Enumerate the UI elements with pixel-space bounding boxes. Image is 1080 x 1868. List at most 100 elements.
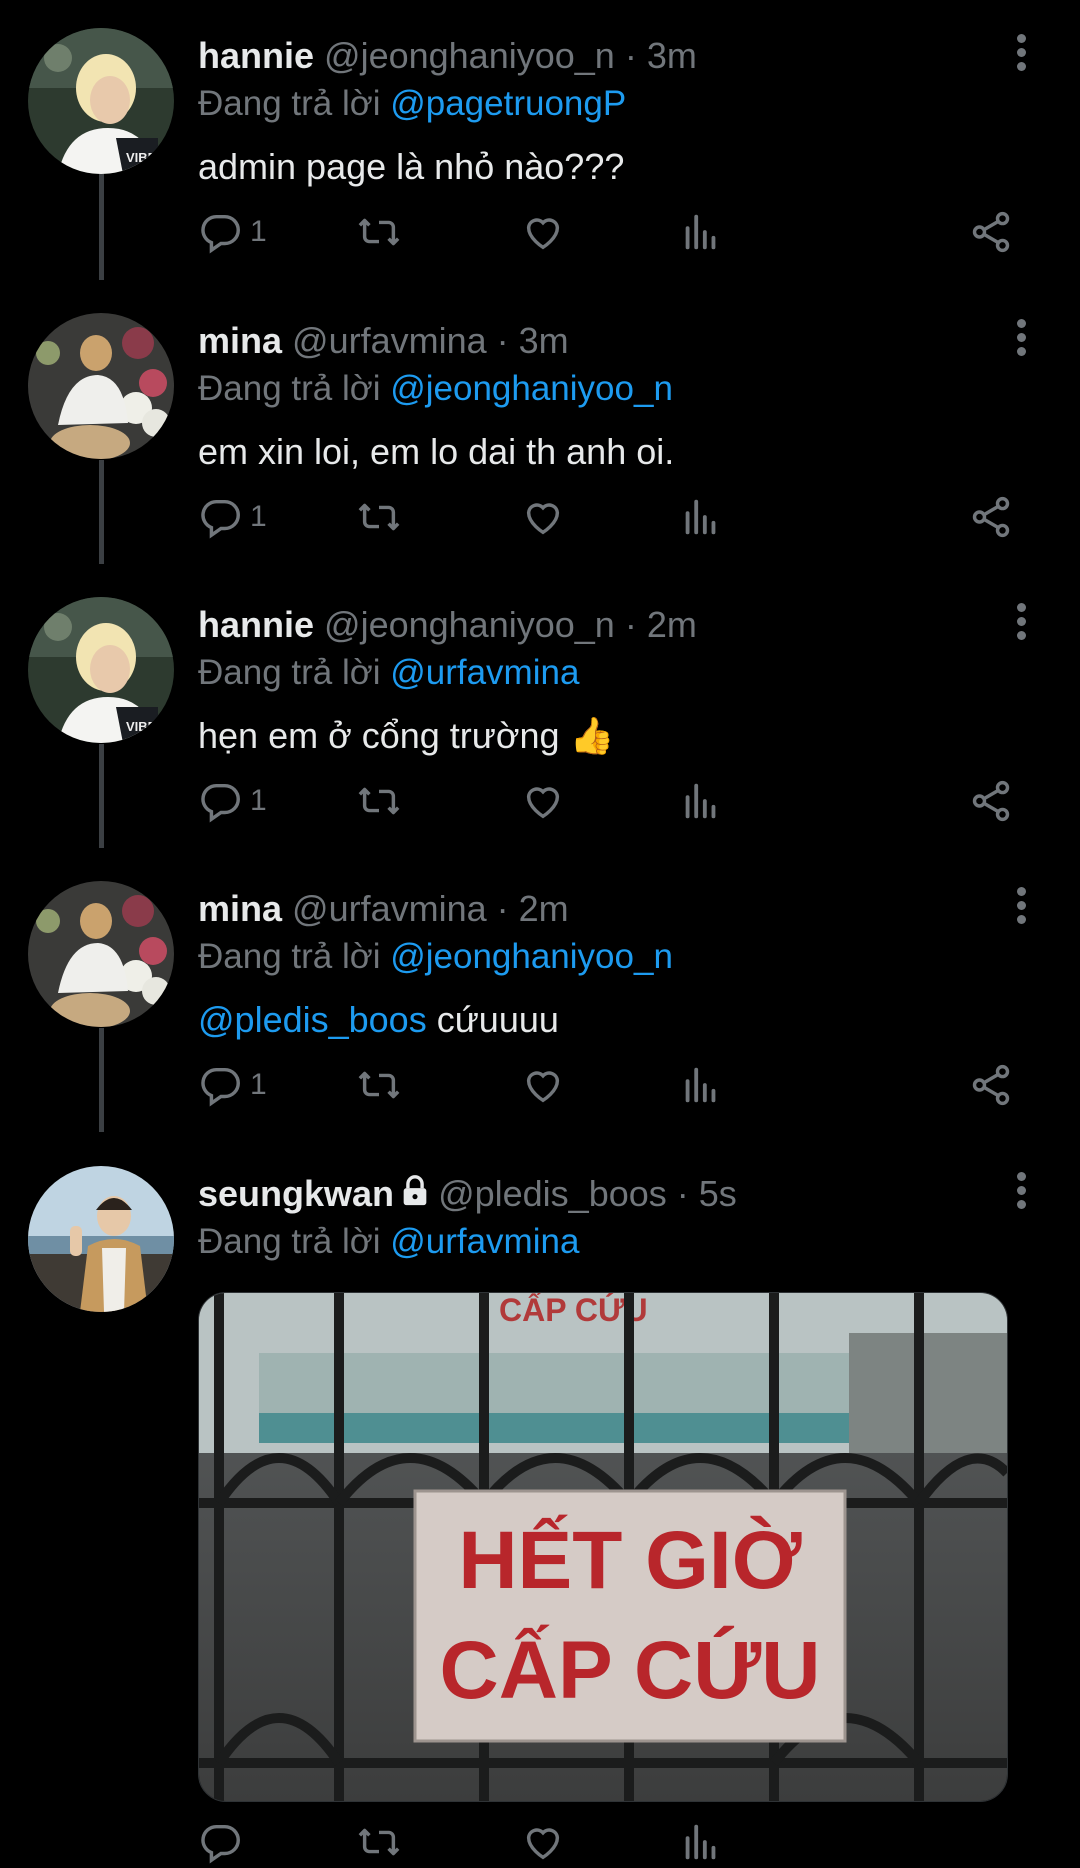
more-options-icon[interactable]	[1016, 34, 1028, 74]
reply-button[interactable]: 1	[198, 775, 267, 827]
share-icon	[972, 780, 1010, 822]
replying-to-mention[interactable]: @jeonghaniyoo_n	[390, 937, 673, 976]
share-button[interactable]	[968, 1059, 1014, 1111]
tweet-header: hannie @jeonghaniyoo_n · 2m	[198, 603, 1000, 647]
reply-button[interactable]: 1	[198, 206, 267, 258]
svg-text:VIBE: VIBE	[126, 150, 157, 165]
like-icon	[526, 218, 560, 250]
views-button[interactable]	[678, 206, 724, 258]
user-handle[interactable]: @urfavmina	[292, 888, 487, 929]
tweet-header: mina @urfavmina · 2m	[198, 887, 1000, 931]
reply-count: 1	[250, 215, 267, 248]
avatar-image	[28, 313, 174, 459]
reply-button[interactable]: 1	[198, 1059, 267, 1111]
text-mention[interactable]: @pledis_boos	[198, 999, 427, 1040]
share-icon	[972, 496, 1010, 538]
tweet-text: @pledis_boos cứuuuu	[198, 997, 559, 1043]
tweet[interactable]: mina @urfavmina · 3m Đang trả lời @jeong…	[0, 313, 1080, 553]
reply-icon	[201, 214, 240, 254]
timestamp[interactable]: · 2m	[497, 888, 569, 929]
like-button[interactable]	[520, 1059, 566, 1111]
retweet-icon	[358, 1071, 400, 1099]
tweet-text: admin page là nhỏ nào???	[198, 146, 625, 187]
like-button[interactable]	[520, 775, 566, 827]
timestamp[interactable]: · 3m	[497, 320, 569, 361]
timestamp[interactable]: · 3m	[625, 35, 697, 76]
tweet-actions	[198, 1816, 1018, 1868]
display-name[interactable]: hannie	[198, 604, 314, 645]
tweet[interactable]: VIBE hannie @jeonghaniyoo_n · 3m Đang tr…	[0, 28, 1080, 268]
avatar-image	[28, 1166, 174, 1312]
display-name[interactable]: hannie	[198, 35, 314, 76]
replying-to-mention[interactable]: @pagetruongP	[390, 84, 626, 123]
replying-to-label: Đang trả lời	[198, 653, 381, 692]
tweet-actions: 1	[198, 1059, 1018, 1111]
avatar-image: VIBE	[28, 28, 174, 174]
tweet[interactable]: mina @urfavmina · 2m Đang trả lời @jeong…	[0, 881, 1080, 1121]
like-button[interactable]	[520, 206, 566, 258]
views-icon	[685, 783, 716, 819]
replying-to-label: Đang trả lời	[198, 84, 381, 123]
svg-text:VIBE: VIBE	[126, 719, 157, 734]
media-sign-line1: HẾT GIỜ	[458, 1515, 801, 1606]
replying-to: Đang trả lời @urfavmina	[198, 1220, 579, 1264]
timestamp[interactable]: · 5s	[677, 1173, 737, 1214]
views-button[interactable]	[678, 775, 724, 827]
more-options-icon[interactable]	[1016, 887, 1028, 927]
user-handle[interactable]: @urfavmina	[292, 320, 487, 361]
more-options-icon[interactable]	[1016, 1172, 1028, 1212]
retweet-button[interactable]	[356, 491, 402, 543]
retweet-button[interactable]	[356, 775, 402, 827]
user-handle[interactable]: @jeonghaniyoo_n	[324, 35, 615, 76]
user-handle[interactable]: @pledis_boos	[438, 1173, 667, 1214]
replying-to-mention[interactable]: @jeonghaniyoo_n	[390, 369, 673, 408]
user-handle[interactable]: @jeonghaniyoo_n	[324, 604, 615, 645]
views-icon	[685, 499, 716, 535]
tweet-text: em xin loi, em lo dai th anh oi.	[198, 431, 675, 472]
reply-button[interactable]	[198, 1816, 244, 1868]
like-icon	[526, 787, 560, 819]
tweet[interactable]: seungkwan @pledis_boos · 5s Đang trả lời …	[0, 1166, 1080, 1864]
display-name[interactable]: mina	[198, 320, 282, 361]
share-button[interactable]	[968, 775, 1014, 827]
retweet-button[interactable]	[356, 1816, 402, 1868]
timestamp[interactable]: · 2m	[625, 604, 697, 645]
tweet-media-image[interactable]: CẤP CỨU HẾT GIỜ CẤP CỨU	[198, 1292, 1008, 1802]
retweet-button[interactable]	[356, 206, 402, 258]
views-button[interactable]	[678, 1816, 724, 1868]
reply-icon	[201, 1067, 240, 1107]
avatar[interactable]	[28, 881, 174, 1027]
reply-count: 1	[250, 784, 267, 817]
share-button[interactable]	[968, 491, 1014, 543]
share-button[interactable]	[968, 206, 1014, 258]
avatar[interactable]: VIBE	[28, 597, 174, 743]
avatar[interactable]	[28, 313, 174, 459]
replying-to-mention[interactable]: @urfavmina	[390, 653, 579, 692]
reply-icon	[201, 499, 240, 539]
views-icon	[685, 214, 716, 250]
replying-to: Đang trả lời @jeonghaniyoo_n	[198, 935, 673, 979]
retweet-icon	[358, 218, 400, 246]
avatar[interactable]	[28, 1166, 174, 1312]
views-button[interactable]	[678, 1059, 724, 1111]
display-name[interactable]: seungkwan	[198, 1173, 394, 1214]
tweet-text: hẹn em ở cổng trường 👍	[198, 715, 615, 756]
tweet-actions: 1	[198, 206, 1018, 258]
like-icon	[526, 1828, 560, 1860]
like-button[interactable]	[520, 491, 566, 543]
tweet-actions: 1	[198, 491, 1018, 543]
tweet-header: seungkwan @pledis_boos · 5s	[198, 1172, 1000, 1216]
more-options-icon[interactable]	[1016, 319, 1028, 359]
like-button[interactable]	[520, 1816, 566, 1868]
replying-to-mention[interactable]: @urfavmina	[390, 1222, 579, 1261]
retweet-icon	[358, 1828, 400, 1856]
avatar[interactable]: VIBE	[28, 28, 174, 174]
media-photo: CẤP CỨU HẾT GIỜ CẤP CỨU	[199, 1293, 1007, 1801]
more-options-icon[interactable]	[1016, 603, 1028, 643]
tweet[interactable]: VIBE hannie @jeonghaniyoo_n · 2m Đang tr…	[0, 597, 1080, 837]
reply-button[interactable]: 1	[198, 491, 267, 543]
views-button[interactable]	[678, 491, 724, 543]
display-name[interactable]: mina	[198, 888, 282, 929]
retweet-button[interactable]	[356, 1059, 402, 1111]
replying-to-label: Đang trả lời	[198, 937, 381, 976]
